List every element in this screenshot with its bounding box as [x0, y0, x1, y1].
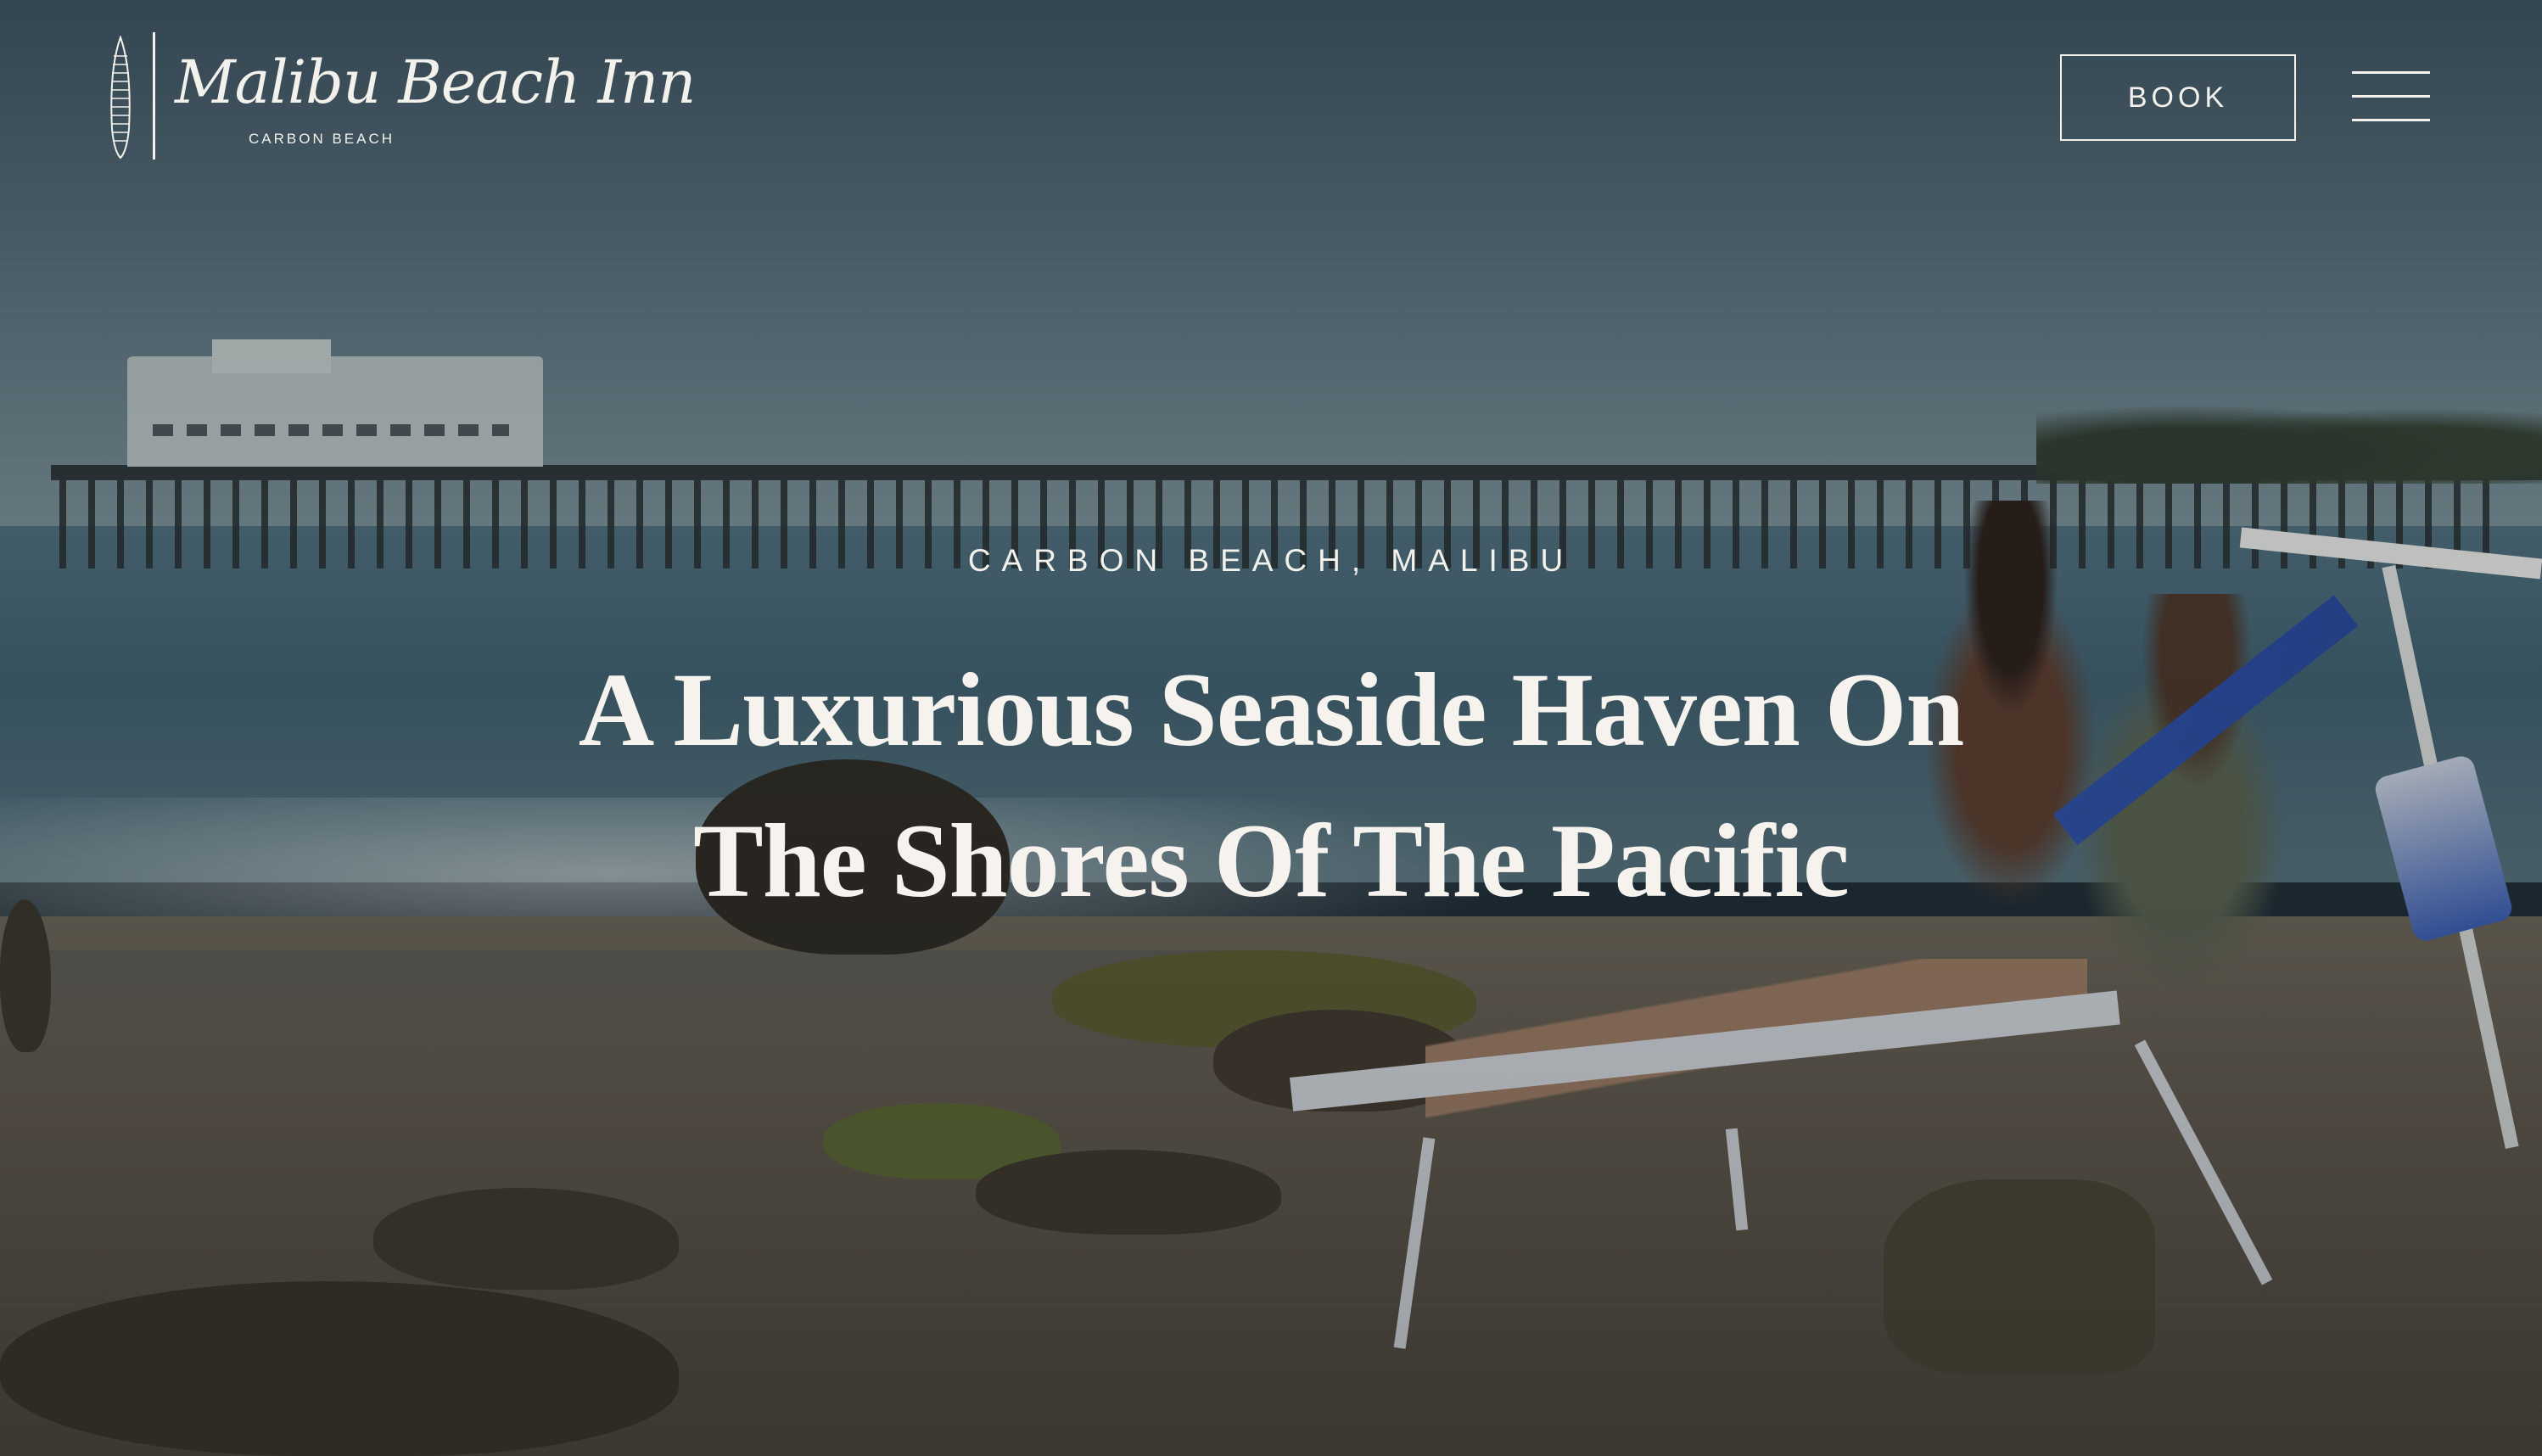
- book-button[interactable]: BOOK: [2060, 54, 2296, 141]
- hero-headline-line-1: A Luxurious Seaside Haven On: [578, 652, 1965, 768]
- hero-headline: A Luxurious Seaside Haven On The Shores …: [423, 635, 2119, 937]
- brand-subtitle: CARBON BEACH: [249, 131, 395, 147]
- hamburger-menu-icon[interactable]: [2352, 71, 2430, 122]
- brand-name: Malibu Beach Inn: [175, 48, 696, 117]
- menu-bar: [2352, 119, 2430, 121]
- site-header: Malibu Beach Inn CARBON BEACH BOOK: [0, 0, 2542, 170]
- menu-bar: [2352, 95, 2430, 98]
- brand-logo-link[interactable]: Malibu Beach Inn CARBON BEACH: [109, 32, 696, 161]
- hero-location: CARBON BEACH, MALIBU: [967, 543, 1575, 578]
- surfboard-icon: [110, 36, 131, 160]
- logo-divider: [153, 32, 155, 160]
- hero-headline-line-2: The Shores Of The Pacific: [693, 803, 1850, 919]
- menu-bar: [2352, 71, 2430, 74]
